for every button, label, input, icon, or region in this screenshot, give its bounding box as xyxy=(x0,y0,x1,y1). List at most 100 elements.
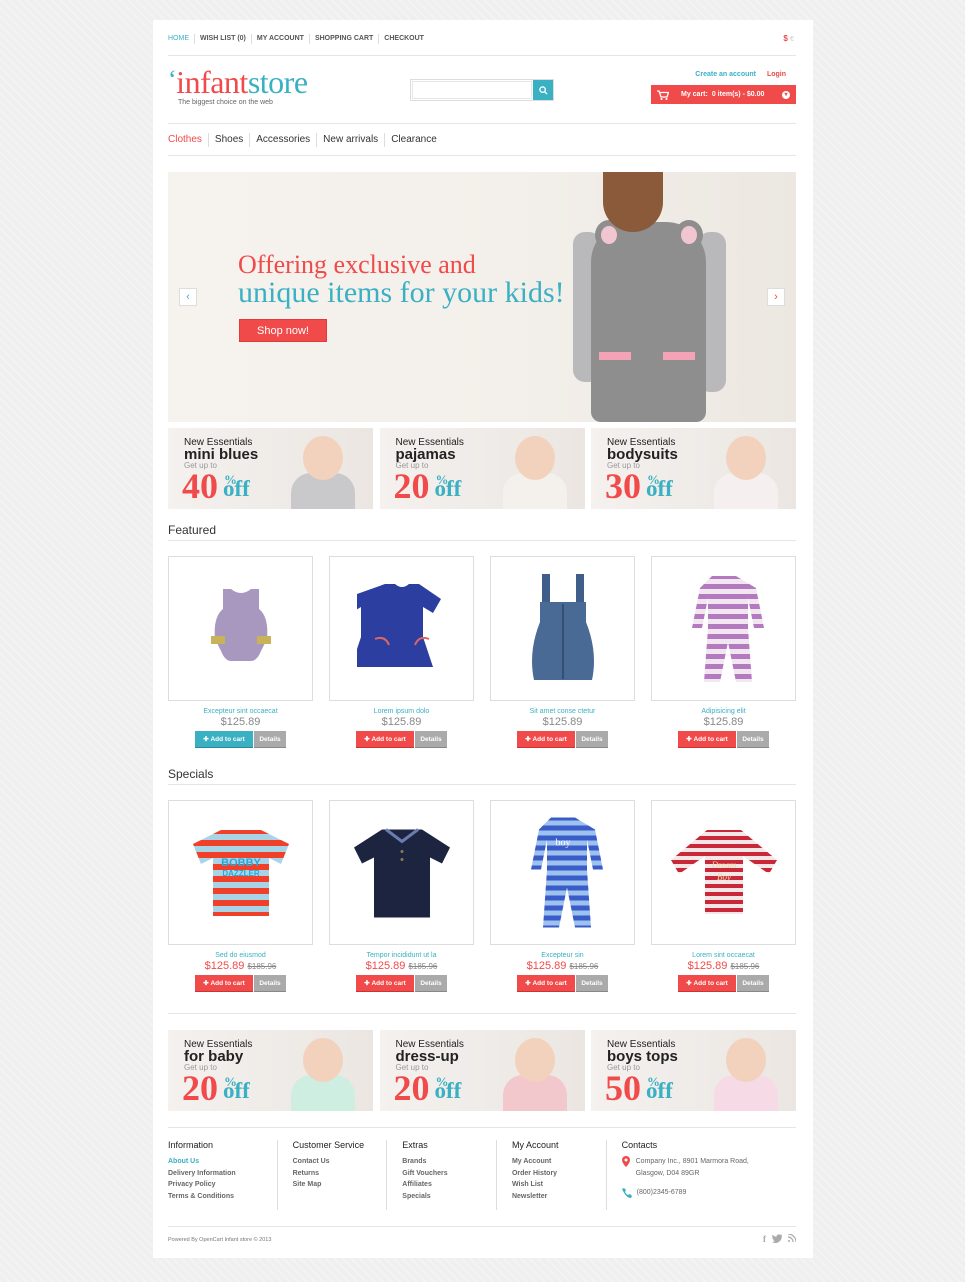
main-nav: Clothes Shoes Accessories New arrivals C… xyxy=(168,133,443,147)
copyright: Powered By OpenCart Infant store © 2013 xyxy=(168,1237,272,1243)
slider-prev-button[interactable]: ‹ xyxy=(179,288,197,306)
product-image[interactable]: Dream Boy xyxy=(651,800,796,945)
top-nav-shopping-cart[interactable]: SHOPPING CART xyxy=(308,34,378,44)
footer-link[interactable]: Affiliates xyxy=(402,1179,496,1191)
cart-value: 0 item(s) - $0.00 xyxy=(711,91,765,98)
product-card: Lorem ipsum dolo $125.89 ✚ Add to cart D… xyxy=(329,556,474,748)
footer-link[interactable]: About Us xyxy=(168,1156,277,1168)
details-button[interactable]: Details xyxy=(737,731,769,748)
divider xyxy=(168,123,796,124)
details-button[interactable]: Details xyxy=(415,731,447,748)
shop-now-button[interactable]: Shop now! xyxy=(239,319,327,342)
plus-icon: ✚ xyxy=(203,736,211,743)
footer-link[interactable]: Returns xyxy=(293,1168,387,1180)
cart-button[interactable]: My cart: 0 item(s) - $0.00 ▾ xyxy=(651,85,796,104)
nav-new-arrivals[interactable]: New arrivals xyxy=(316,133,384,147)
top-nav-home[interactable]: HOME xyxy=(168,34,194,44)
details-button[interactable]: Details xyxy=(415,975,447,992)
product-name[interactable]: Sed do eiusmod xyxy=(168,952,313,959)
top-nav-my-account[interactable]: MY ACCOUNT xyxy=(250,34,309,44)
footer-link[interactable]: Contact Us xyxy=(293,1156,387,1168)
footer-link[interactable]: My Account xyxy=(512,1156,606,1168)
footer-link[interactable]: Wish List xyxy=(512,1179,606,1191)
svg-text:DAZZLER: DAZZLER xyxy=(222,869,260,878)
product-image[interactable]: BOBBY DAZZLER xyxy=(168,800,313,945)
nav-shoes[interactable]: Shoes xyxy=(207,133,249,147)
specials-products: BOBBY DAZZLER Sed do eiusmod $125.89 $18… xyxy=(168,800,796,992)
logo-text-infant: infant xyxy=(176,64,248,100)
divider xyxy=(168,155,796,156)
details-button[interactable]: Details xyxy=(576,731,608,748)
nav-clothes[interactable]: Clothes xyxy=(168,133,208,147)
product-image[interactable] xyxy=(651,556,796,701)
product-name[interactable]: Excepteur sint occaecat xyxy=(168,708,313,715)
promo-banners-bottom: New Essentials for baby Get up to 20 % of… xyxy=(168,1030,796,1111)
banner-discount: 20 xyxy=(393,1068,430,1108)
promo-banner[interactable]: New Essentials pajamas Get up to 20 % off xyxy=(379,428,585,509)
details-button[interactable]: Details xyxy=(254,975,286,992)
search-box xyxy=(410,79,554,101)
product-image[interactable] xyxy=(329,800,474,945)
login-link[interactable]: Login xyxy=(767,71,786,78)
product-card: Tempor incididunt ut la $125.89 $185.96 … xyxy=(329,800,474,992)
divider xyxy=(168,784,796,785)
product-name[interactable]: Adipisicing elit xyxy=(651,708,796,715)
add-to-cart-button[interactable]: ✚ Add to cart xyxy=(195,731,253,748)
product-name[interactable]: Sit amet conse ctetur xyxy=(490,708,635,715)
footer-link[interactable]: Gift Vouchers xyxy=(402,1168,496,1180)
promo-banner[interactable]: New Essentials bodysuits Get up to 30 % o… xyxy=(591,428,796,509)
create-account-link[interactable]: Create an account xyxy=(695,71,756,78)
currency-dollar[interactable]: $ xyxy=(783,34,787,43)
logo[interactable]: ‘infantstore xyxy=(168,64,308,100)
product-name[interactable]: Tempor incididunt ut la xyxy=(329,952,474,959)
rss-icon[interactable] xyxy=(788,1234,796,1242)
footer-link[interactable]: Specials xyxy=(402,1191,496,1203)
footer-link[interactable]: Newsletter xyxy=(512,1191,606,1203)
slider-next-button[interactable]: › xyxy=(767,288,785,306)
currency-switcher[interactable]: $ € xyxy=(783,34,794,43)
promo-banner[interactable]: New Essentials dress-up Get up to 20 % of… xyxy=(379,1030,585,1111)
add-to-cart-button[interactable]: ✚ Add to cart xyxy=(678,975,736,992)
promo-banner[interactable]: New Essentials for baby Get up to 20 % of… xyxy=(168,1030,373,1111)
plus-icon: ✚ xyxy=(686,736,694,743)
details-button[interactable]: Details xyxy=(254,731,286,748)
footer-link[interactable]: Privacy Policy xyxy=(168,1179,277,1191)
search-icon xyxy=(538,85,548,95)
product-name[interactable]: Excepteur sin xyxy=(490,952,635,959)
plus-icon: ✚ xyxy=(686,980,694,987)
product-name[interactable]: Lorem sint occaecat xyxy=(651,952,796,959)
add-to-cart-button[interactable]: ✚ Add to cart xyxy=(356,975,414,992)
top-nav-checkout[interactable]: CHECKOUT xyxy=(378,34,429,44)
product-card: Excepteur sint occaecat $125.89 ✚ Add to… xyxy=(168,556,313,748)
product-card: Sit amet conse ctetur $125.89 ✚ Add to c… xyxy=(490,556,635,748)
promo-banner[interactable]: New Essentials boys tops Get up to 50 % o… xyxy=(591,1030,796,1111)
product-name[interactable]: Lorem ipsum dolo xyxy=(329,708,474,715)
svg-text:boy: boy xyxy=(555,837,570,848)
facebook-icon[interactable]: f xyxy=(763,1234,766,1244)
details-button[interactable]: Details xyxy=(737,975,769,992)
search-input[interactable] xyxy=(412,81,532,99)
add-to-cart-button[interactable]: ✚ Add to cart xyxy=(517,975,575,992)
search-button[interactable] xyxy=(533,80,553,100)
product-image[interactable] xyxy=(329,556,474,701)
top-nav-wishlist[interactable]: WISH LIST (0) xyxy=(194,34,251,44)
footer-link[interactable]: Order History xyxy=(512,1168,606,1180)
product-image[interactable] xyxy=(168,556,313,701)
details-button[interactable]: Details xyxy=(576,975,608,992)
add-to-cart-button[interactable]: ✚ Add to cart xyxy=(517,731,575,748)
add-to-cart-button[interactable]: ✚ Add to cart xyxy=(356,731,414,748)
nav-clearance[interactable]: Clearance xyxy=(384,133,443,147)
footer-link[interactable]: Brands xyxy=(402,1156,496,1168)
add-to-cart-button[interactable]: ✚ Add to cart xyxy=(195,975,253,992)
twitter-icon[interactable] xyxy=(772,1234,782,1243)
nav-accessories[interactable]: Accessories xyxy=(249,133,316,147)
add-to-cart-button[interactable]: ✚ Add to cart xyxy=(678,731,736,748)
footer-link[interactable]: Site Map xyxy=(293,1179,387,1191)
promo-banner[interactable]: New Essentials mini blues Get up to 40 %… xyxy=(168,428,373,509)
product-image[interactable]: boy xyxy=(490,800,635,945)
footer-column-contacts: Contacts Company Inc., 8901 Marmora Road… xyxy=(607,1140,796,1210)
footer-link[interactable]: Delivery Information xyxy=(168,1168,277,1180)
currency-euro[interactable]: € xyxy=(790,36,794,43)
product-image[interactable] xyxy=(490,556,635,701)
footer-link[interactable]: Terms & Conditions xyxy=(168,1191,277,1203)
